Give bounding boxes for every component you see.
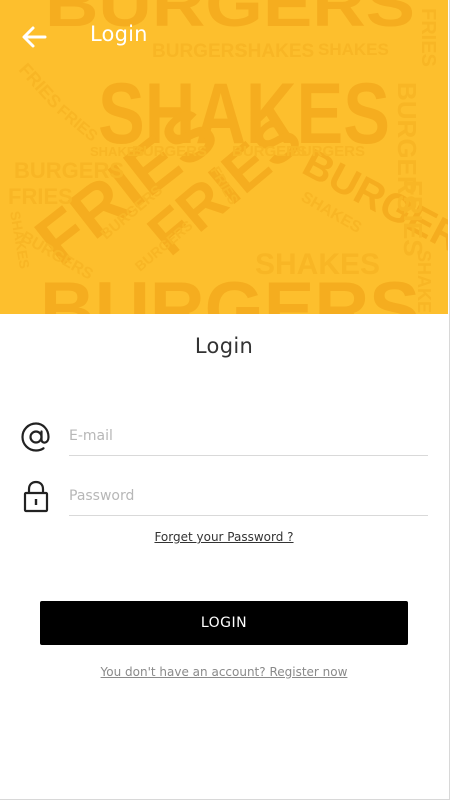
pattern-word: SHAKES [414,250,434,314]
back-button[interactable] [18,22,50,52]
pattern-word: FRIES [398,180,428,257]
at-sign-icon [18,419,54,455]
pattern-word: BURGERS [290,143,365,160]
register-link[interactable]: You don't have an account? Register now [0,665,448,679]
pattern-word: BURGERS [14,158,124,183]
pattern-word: FRIES [53,102,100,146]
page-title: Login [194,334,254,358]
pattern-word: FRIES [8,184,73,209]
app-frame: BURGERS SHAKES BURGERS FRIES FRIES BURGE… [0,0,450,800]
lock-icon [18,478,54,514]
app-bar-title: Login [90,22,148,46]
pattern-word: SHAKES [90,144,145,159]
email-field[interactable] [69,416,428,456]
top-app-bar: Login [0,0,448,76]
forgot-password-link[interactable]: Forget your Password ? [0,530,448,544]
login-button[interactable]: LOGIN [40,601,408,645]
pattern-word: SHAKES [255,248,380,281]
password-field[interactable] [69,476,428,516]
hero-banner: BURGERS SHAKES BURGERS FRIES FRIES BURGE… [0,0,448,314]
